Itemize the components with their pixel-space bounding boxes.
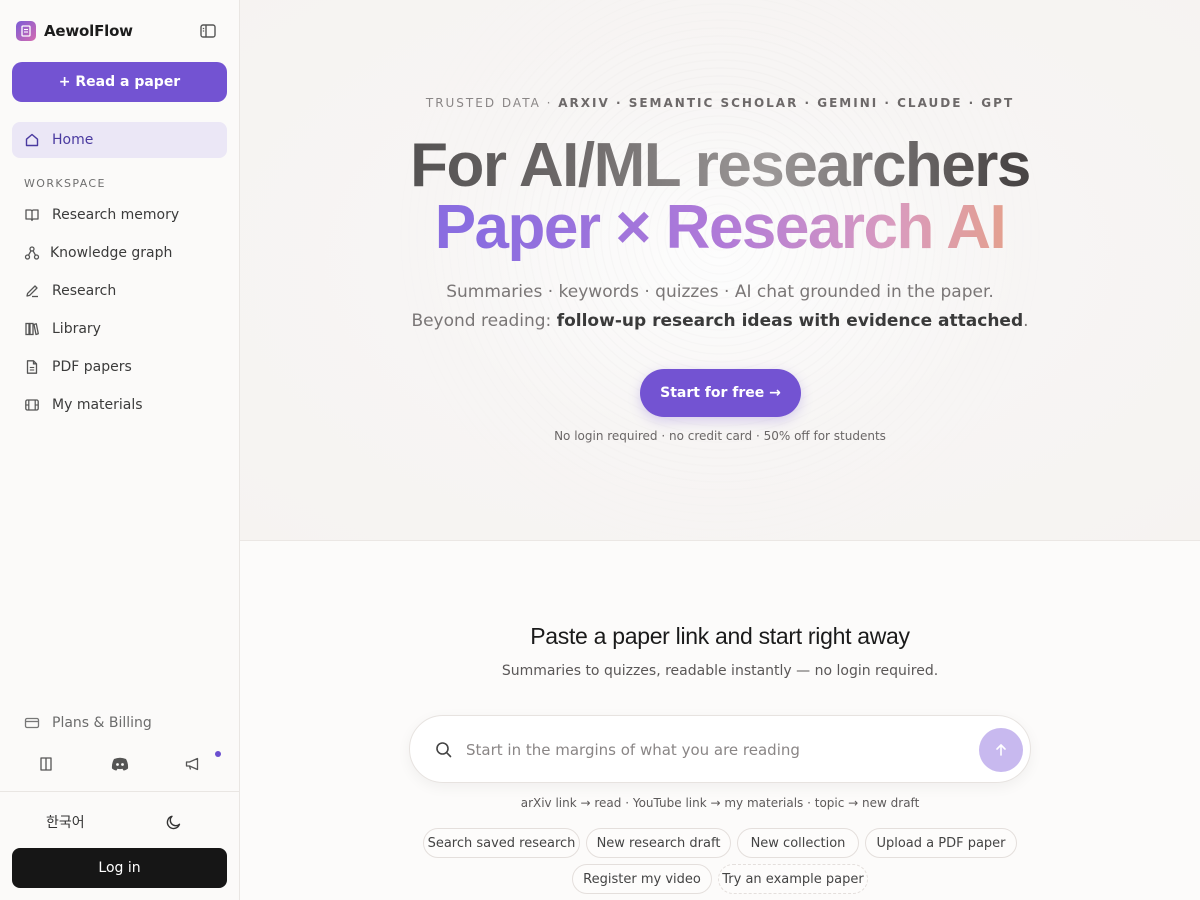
chip-new-research-draft[interactable]: New research draft <box>586 828 731 858</box>
sidebar-item-label: My materials <box>52 397 143 413</box>
book-open-icon <box>24 207 40 223</box>
search-icon <box>434 740 454 760</box>
chip-register-my-video[interactable]: Register my video <box>572 864 712 894</box>
library-icon <box>24 321 40 337</box>
credit-card-icon <box>24 715 40 731</box>
subtitle-prefix: Beyond reading: <box>411 311 557 331</box>
cta-note: No login required · no credit card · 50%… <box>554 429 886 443</box>
read-paper-button[interactable]: + Read a paper <box>12 62 227 102</box>
language-toggle[interactable]: 한국어 <box>46 812 85 832</box>
discord-icon[interactable] <box>108 752 132 776</box>
brand[interactable]: AewolFlow <box>16 20 133 42</box>
submit-arrow-up-icon[interactable] <box>979 728 1023 772</box>
sidebar-item-knowledge-graph[interactable]: Knowledge graph <box>12 235 227 271</box>
sidebar-item-research[interactable]: Research <box>12 273 227 309</box>
sidebar-item-library[interactable]: Library <box>12 311 227 347</box>
plans-billing-label: Plans & Billing <box>52 715 152 731</box>
dark-mode-moon-icon[interactable] <box>164 812 184 832</box>
paper-link-search-box <box>409 715 1031 783</box>
sidebar-item-label: Research memory <box>52 207 180 223</box>
sidebar-toggle-icon[interactable] <box>198 21 218 41</box>
plans-billing-link[interactable]: Plans & Billing <box>24 715 152 731</box>
subtitle-suffix: . <box>1023 311 1029 331</box>
workspace-section-label: WORKSPACE <box>24 177 106 190</box>
subtitle-emphasis: follow-up research ideas with evidence a… <box>556 311 1024 331</box>
quickstart-subtitle: Summaries to quizzes, readable instantly… <box>501 663 939 679</box>
hero-section: TRUSTED DATA · ARXIV · SEMANTIC SCHOLAR … <box>240 0 1200 541</box>
sidebar-item-home[interactable]: Home <box>12 122 227 158</box>
sidebar-item-label: PDF papers <box>52 359 132 375</box>
sidebar-item-research-memory[interactable]: Research memory <box>12 197 227 233</box>
notification-dot <box>215 751 221 757</box>
quickstart-title: Paste a paper link and start right away <box>530 623 910 649</box>
chip-new-collection[interactable]: New collection <box>737 828 859 858</box>
pen-icon <box>24 283 40 299</box>
headline-line-2: Paper × Research AI <box>240 192 1200 263</box>
graph-icon <box>24 245 40 261</box>
chip-upload-pdf-paper[interactable]: Upload a PDF paper <box>865 828 1017 858</box>
hero-background-rings <box>370 0 1070 540</box>
headline-line-1: For AI/ML researchers <box>240 130 1200 201</box>
docs-book-icon[interactable] <box>34 752 58 776</box>
sidebar-item-label: Home <box>52 132 94 148</box>
trusted-prefix: TRUSTED DATA · <box>425 96 559 110</box>
divider <box>0 791 240 792</box>
sidebar-item-label: Research <box>52 283 117 299</box>
input-hint: arXiv link → read · YouTube link → my ma… <box>520 796 920 810</box>
file-icon <box>24 359 40 375</box>
chip-try-example-paper[interactable]: Try an example paper <box>718 864 868 894</box>
logo-icon <box>16 21 36 41</box>
film-icon <box>24 397 40 413</box>
sidebar-item-my-materials[interactable]: My materials <box>12 387 227 423</box>
sidebar-item-label: Knowledge graph <box>50 245 173 261</box>
megaphone-icon[interactable] <box>181 752 205 776</box>
login-button[interactable]: Log in <box>12 848 227 888</box>
trusted-data-line: TRUSTED DATA · ARXIV · SEMANTIC SCHOLAR … <box>240 96 1200 110</box>
hero-subtitle-1: Summaries · keywords · quizzes · AI chat… <box>446 282 994 302</box>
sidebar-utility-row <box>0 752 240 776</box>
brand-name: AewolFlow <box>44 22 133 40</box>
hero-subtitle-2: Beyond reading: follow-up research ideas… <box>240 311 1200 331</box>
start-for-free-button[interactable]: Start for free → <box>640 369 801 417</box>
sidebar: AewolFlow + Read a paper Home WORKSPACE … <box>0 0 240 900</box>
home-icon <box>24 132 40 148</box>
paper-link-input[interactable] <box>466 734 966 766</box>
sidebar-item-pdf-papers[interactable]: PDF papers <box>12 349 227 385</box>
chip-search-saved-research[interactable]: Search saved research <box>423 828 580 858</box>
sidebar-item-label: Library <box>52 321 101 337</box>
trusted-sources: ARXIV · SEMANTIC SCHOLAR · GEMINI · CLAU… <box>558 96 1015 110</box>
